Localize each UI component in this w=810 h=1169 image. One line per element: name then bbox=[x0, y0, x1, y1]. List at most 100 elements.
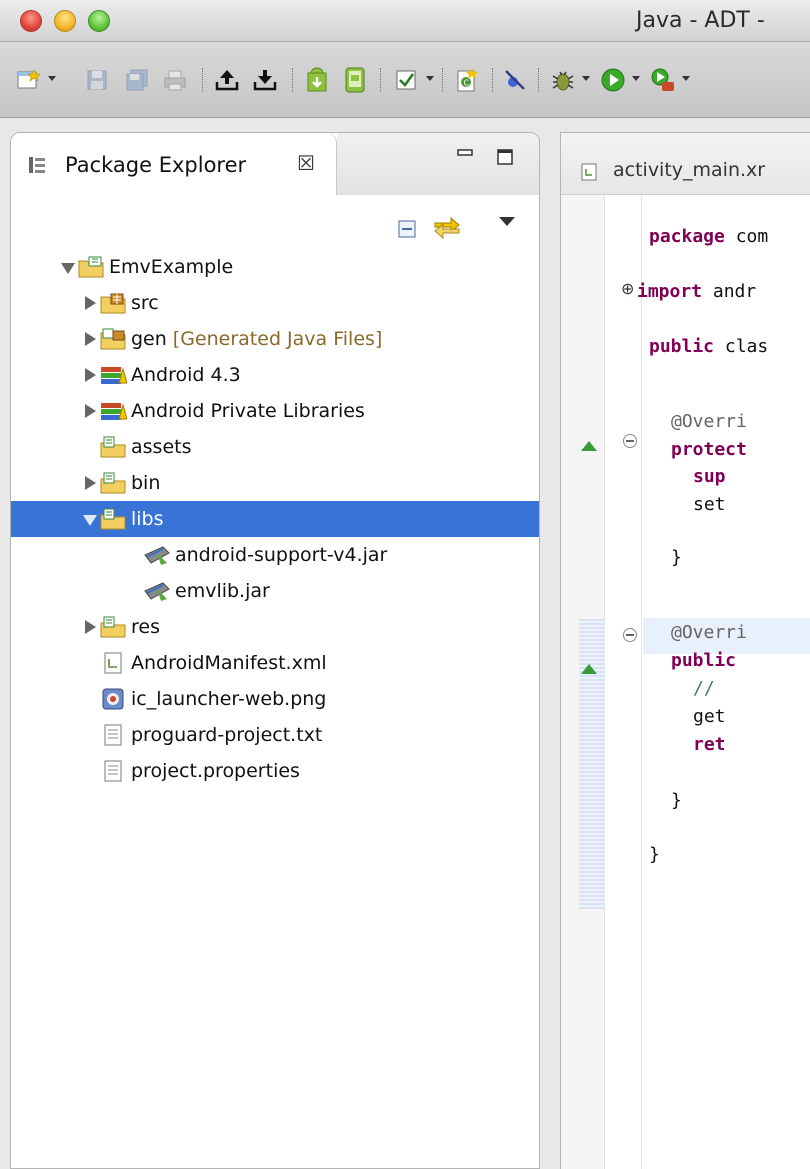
code-text: } bbox=[671, 547, 682, 568]
fold-method-icon[interactable] bbox=[623, 628, 637, 642]
tree-item[interactable]: Android 4.3 bbox=[83, 357, 241, 393]
code-text: get bbox=[693, 706, 726, 727]
folder-icon bbox=[99, 435, 127, 459]
run-icon[interactable] bbox=[598, 66, 628, 94]
print-icon[interactable] bbox=[162, 66, 188, 94]
save-all-icon[interactable] bbox=[124, 66, 150, 94]
tree-item[interactable]: bin bbox=[83, 465, 160, 501]
tree-item[interactable]: emvlib.jar bbox=[127, 573, 270, 609]
code-line[interactable]: } bbox=[671, 547, 682, 568]
tree-item[interactable]: proguard-project.txt bbox=[83, 717, 322, 753]
tab-package-explorer[interactable]: Package Explorer ☒ bbox=[11, 133, 337, 195]
android-project-icon bbox=[77, 255, 105, 279]
editor-tab-activity-main[interactable]: activity_main.xr bbox=[613, 159, 765, 181]
code-line[interactable]: get bbox=[693, 706, 726, 727]
tree-item[interactable]: libs bbox=[11, 501, 539, 537]
collapsed-twisty-icon[interactable] bbox=[83, 476, 97, 490]
minimize-window-button[interactable] bbox=[54, 10, 76, 32]
image-file-icon bbox=[99, 687, 127, 711]
code-line[interactable]: @Overri bbox=[671, 411, 747, 432]
code-line[interactable]: public clas bbox=[649, 336, 768, 357]
expanded-twisty-icon[interactable] bbox=[61, 260, 75, 274]
code-line[interactable]: protect bbox=[671, 439, 747, 460]
code-line[interactable]: } bbox=[671, 790, 682, 811]
code-line[interactable]: package com bbox=[649, 226, 768, 247]
tree-item-label: res bbox=[131, 616, 160, 638]
link-with-editor-icon[interactable] bbox=[431, 213, 463, 243]
tree-item[interactable]: assets bbox=[83, 429, 191, 465]
view-menu-icon[interactable] bbox=[499, 217, 515, 226]
collapsed-twisty-icon[interactable] bbox=[83, 404, 97, 418]
code-token: // bbox=[693, 678, 715, 699]
expand-imports-icon[interactable]: ⊕ bbox=[621, 279, 634, 298]
tree-item[interactable]: Android Private Libraries bbox=[83, 393, 365, 429]
tree-item-label: proguard-project.txt bbox=[131, 724, 323, 746]
maximize-view-icon[interactable] bbox=[495, 147, 515, 167]
folder-icon bbox=[99, 471, 127, 495]
collapsed-twisty-icon[interactable] bbox=[83, 296, 97, 310]
code-line[interactable]: } bbox=[649, 844, 660, 865]
code-text: set bbox=[693, 494, 726, 515]
tree-item[interactable]: res bbox=[83, 609, 160, 645]
code-text: com bbox=[724, 226, 769, 247]
close-window-button[interactable] bbox=[20, 10, 42, 32]
xml-file-icon bbox=[581, 163, 597, 181]
close-tab-icon[interactable]: ☒ bbox=[297, 151, 315, 175]
panel-header: Package Explorer ☒ bbox=[11, 133, 539, 195]
code-line[interactable]: sup bbox=[693, 466, 726, 487]
code-line[interactable]: import andr bbox=[637, 281, 756, 302]
tree-item-label: android-support-v4.jar bbox=[175, 544, 388, 566]
code-editor: activity_main.xr ⊕ package com import and… bbox=[560, 132, 810, 1169]
expanded-twisty-icon[interactable] bbox=[83, 512, 97, 526]
tree-item[interactable]: src bbox=[83, 285, 159, 321]
code-token: @Overri bbox=[671, 411, 747, 432]
code-line[interactable]: ret bbox=[693, 734, 726, 755]
collapse-all-icon[interactable] bbox=[397, 219, 417, 239]
external-tools-icon[interactable] bbox=[648, 66, 678, 94]
code-line[interactable]: public bbox=[671, 650, 736, 671]
collapsed-twisty-icon[interactable] bbox=[83, 332, 97, 346]
tree-item[interactable]: gen [Generated Java Files] bbox=[83, 321, 382, 357]
tree-item-label: Android 4.3 bbox=[131, 364, 241, 386]
zoom-window-button[interactable] bbox=[88, 10, 110, 32]
new-java-class-icon[interactable]: C bbox=[452, 66, 482, 94]
override-marker-icon[interactable] bbox=[581, 441, 597, 451]
source-folder-icon bbox=[99, 291, 127, 315]
import-icon[interactable] bbox=[250, 66, 280, 94]
android-avd-manager-icon[interactable] bbox=[340, 66, 370, 94]
tree-item[interactable]: EmvExample bbox=[61, 249, 233, 285]
tree-item-label: ic_launcher-web.png bbox=[131, 688, 327, 710]
tree-item-label: Android Private Libraries bbox=[131, 400, 365, 422]
svg-text:C: C bbox=[464, 79, 470, 88]
text-file-icon bbox=[99, 759, 127, 783]
text-file-icon bbox=[99, 723, 127, 747]
gen-folder-icon bbox=[99, 327, 127, 351]
code-token: package bbox=[649, 226, 725, 247]
export-icon[interactable] bbox=[212, 66, 242, 94]
code-text: andr bbox=[702, 281, 757, 302]
collapsed-twisty-icon[interactable] bbox=[83, 368, 97, 382]
skip-breakpoints-icon[interactable] bbox=[502, 66, 528, 94]
code-line[interactable]: // bbox=[693, 678, 715, 699]
library-icon bbox=[99, 363, 128, 387]
editor-tab-bar: activity_main.xr bbox=[561, 133, 810, 195]
debug-icon[interactable] bbox=[548, 66, 578, 94]
tree-item[interactable]: project.properties bbox=[83, 753, 300, 789]
tree-item-label: gen bbox=[131, 328, 167, 350]
tree-item[interactable]: ic_launcher-web.png bbox=[83, 681, 326, 717]
fold-method-icon[interactable] bbox=[623, 434, 637, 448]
code-line[interactable]: set bbox=[693, 494, 726, 515]
tree-item-label: assets bbox=[131, 436, 192, 458]
code-line[interactable]: @Overri bbox=[671, 622, 747, 643]
new-wizard-icon[interactable] bbox=[14, 66, 44, 94]
android-sdk-manager-icon[interactable] bbox=[302, 66, 332, 94]
task-checkbox-icon[interactable] bbox=[392, 66, 422, 94]
tree-item[interactable]: AndroidManifest.xml bbox=[83, 645, 327, 681]
collapsed-twisty-icon[interactable] bbox=[83, 620, 97, 634]
annotation-ruler bbox=[561, 195, 605, 1169]
save-icon[interactable] bbox=[84, 66, 110, 94]
minimize-view-icon[interactable] bbox=[455, 147, 475, 167]
override-marker-icon[interactable] bbox=[581, 664, 597, 674]
tree-item[interactable]: android-support-v4.jar bbox=[127, 537, 387, 573]
tree-item-label: src bbox=[131, 292, 159, 314]
